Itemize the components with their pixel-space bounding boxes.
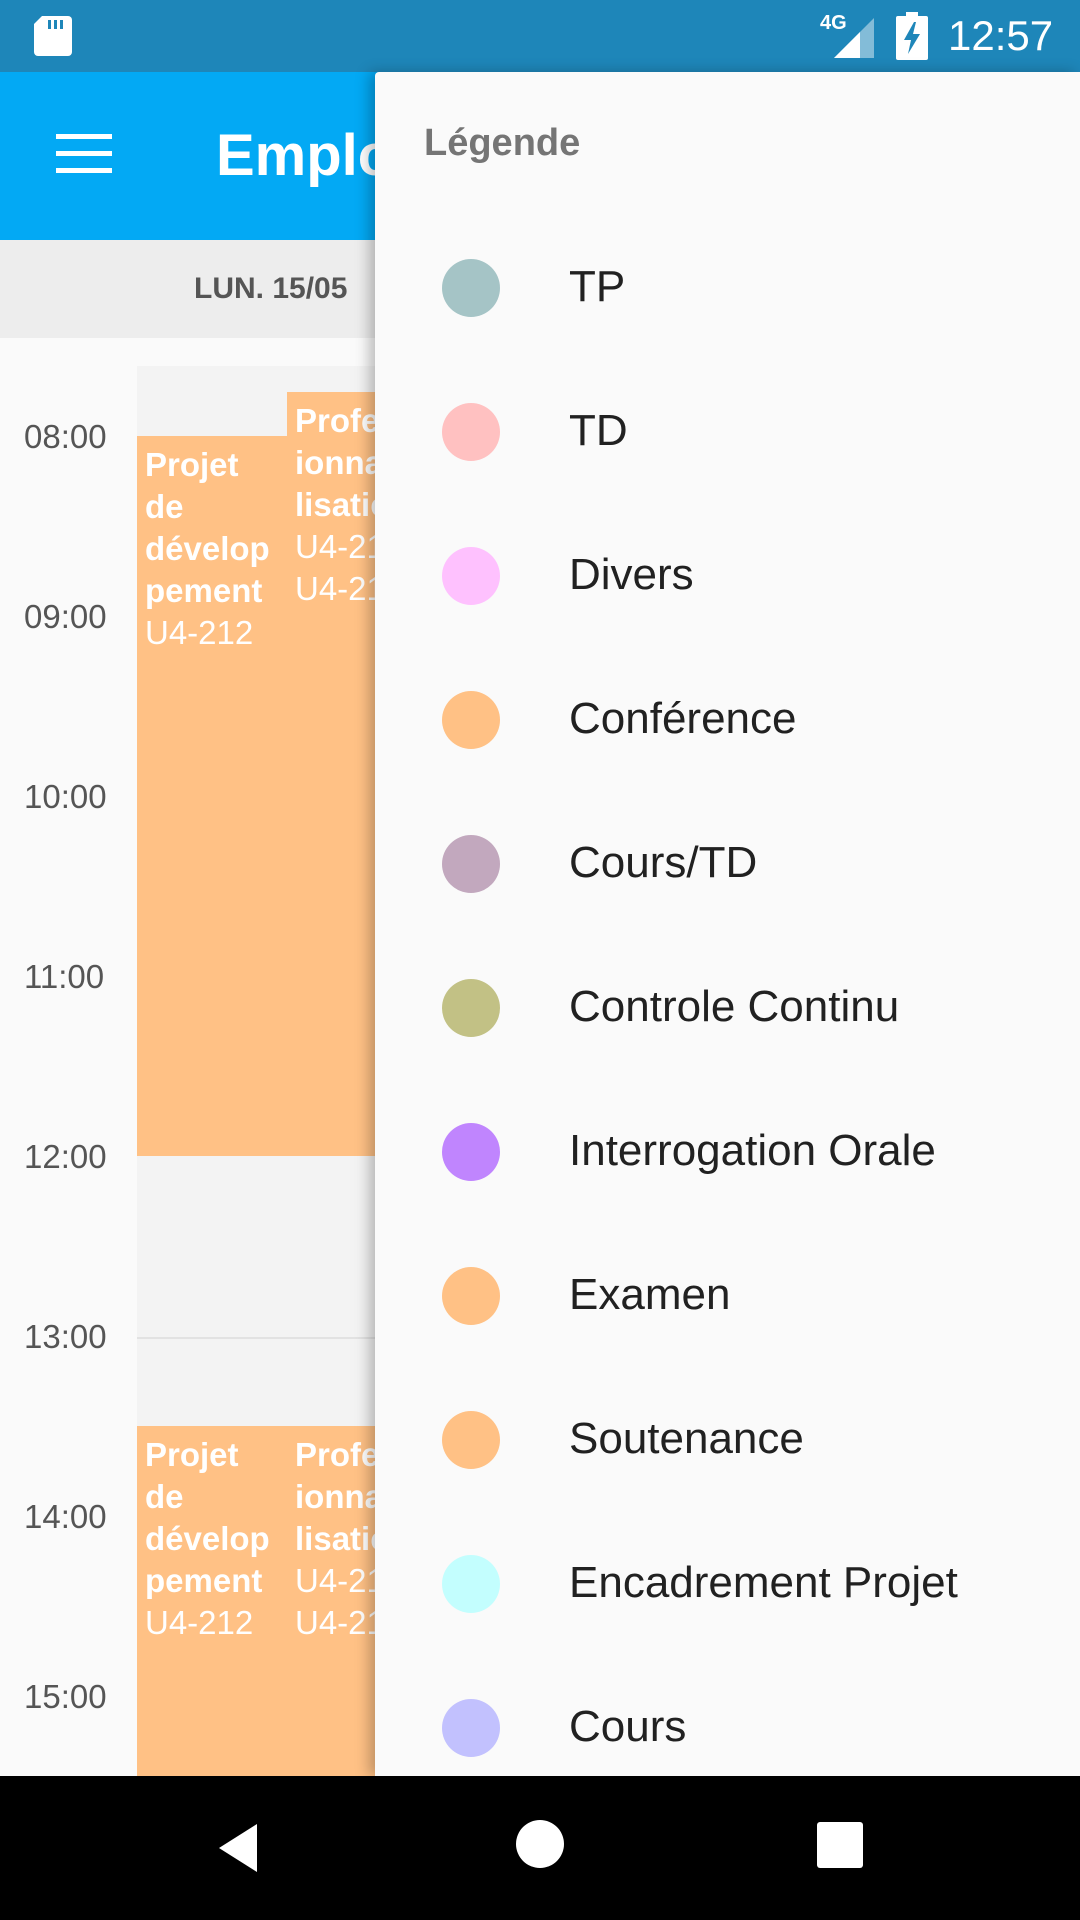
legend-label: Conférence <box>569 694 797 743</box>
event-room: U4-212 <box>145 614 254 651</box>
legend-label: TP <box>569 262 626 311</box>
legend-item: Examen <box>375 1224 1080 1368</box>
legend-color-dot <box>442 259 500 317</box>
signal-icon <box>834 18 874 58</box>
legend-label: Encadrement Projet <box>569 1558 958 1607</box>
navigation-bar <box>0 1776 1080 1920</box>
legend-color-dot <box>442 547 500 605</box>
time-label: 13:00 <box>24 1318 107 1355</box>
legend-color-dot <box>442 1123 500 1181</box>
legend-label: Examen <box>569 1270 731 1319</box>
legend-label: Cours <box>569 1702 687 1751</box>
recent-apps-icon[interactable] <box>817 1822 863 1868</box>
legend-label: TD <box>569 406 628 455</box>
legend-item: Controle Continu <box>375 936 1080 1080</box>
time-label: 08:00 <box>24 418 107 455</box>
legend-label: Cours/TD <box>569 838 758 887</box>
status-bar: 4G 12:57 <box>0 0 1080 72</box>
legend-item: Divers <box>375 504 1080 648</box>
home-icon[interactable] <box>516 1820 564 1868</box>
event-room: U4-212 <box>145 1604 254 1641</box>
legend-color-dot <box>442 403 500 461</box>
legend-color-dot <box>442 1555 500 1613</box>
legend-color-dot <box>442 835 500 893</box>
battery-charging-icon <box>896 12 928 60</box>
legend-label: Divers <box>569 550 694 599</box>
legend-item: Cours/TD <box>375 792 1080 936</box>
time-label: 14:00 <box>24 1498 107 1535</box>
event-block[interactable]: Projet de dévelop pement U4-212 <box>137 1426 287 1776</box>
legend-color-dot <box>442 1699 500 1757</box>
legend-label: Controle Continu <box>569 982 900 1031</box>
legend-item: Conférence <box>375 648 1080 792</box>
event-title: Projet de dévelop pement <box>145 446 270 609</box>
day-label[interactable]: LUN. 15/05 <box>194 272 347 306</box>
time-label: 09:00 <box>24 598 107 635</box>
event-title: Projet de dévelop pement <box>145 1436 270 1599</box>
legend-item: Soutenance <box>375 1368 1080 1512</box>
legend-item: TP <box>375 216 1080 360</box>
legend-color-dot <box>442 1411 500 1469</box>
time-label: 10:00 <box>24 778 107 815</box>
clock: 12:57 <box>948 12 1054 59</box>
legend-color-dot <box>442 979 500 1037</box>
legend-color-dot <box>442 1267 500 1325</box>
back-icon[interactable] <box>213 1820 269 1876</box>
legend-item: Interrogation Orale <box>375 1080 1080 1224</box>
time-label: 11:00 <box>24 958 105 995</box>
time-label: 12:00 <box>24 1138 107 1175</box>
sd-card-icon <box>34 16 72 56</box>
time-label: 15:00 <box>24 1678 107 1715</box>
legend-label: Soutenance <box>569 1414 804 1463</box>
legend-title: Légende <box>424 122 581 164</box>
legend-color-dot <box>442 691 500 749</box>
legend-label: Interrogation Orale <box>569 1126 936 1175</box>
event-block[interactable]: Projet de dévelop pement U4-212 <box>137 436 287 1156</box>
menu-icon[interactable] <box>56 132 112 176</box>
legend-panel: Légende TP TD Divers Conférence Cours/TD Cont… <box>375 72 1080 1776</box>
legend-item: Encadrement Projet <box>375 1512 1080 1656</box>
legend-item: TD <box>375 360 1080 504</box>
